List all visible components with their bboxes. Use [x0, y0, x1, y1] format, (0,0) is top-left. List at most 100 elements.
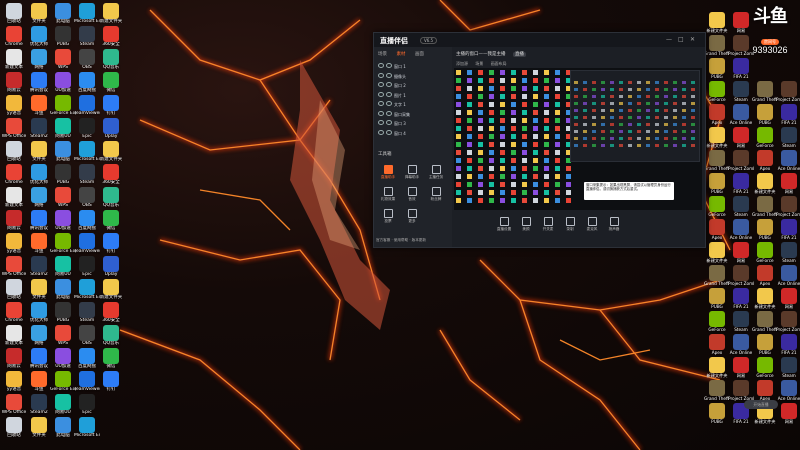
- desktop-icon[interactable]: 优化大师: [26, 302, 52, 323]
- tool-button[interactable]: 粉丝牌: [426, 187, 446, 202]
- desktop-icon[interactable]: GeForce: [752, 242, 778, 263]
- app-footer[interactable]: 官方客服 · 使用帮助 · 版本更新: [376, 238, 426, 243]
- desktop-icon[interactable]: UU加速: [50, 348, 76, 369]
- lock-icon[interactable]: [386, 129, 392, 135]
- desktop-icon[interactable]: 回收站: [1, 279, 27, 300]
- desktop-icon[interactable]: PUBG: [50, 164, 76, 185]
- bottom-toolbar-button[interactable]: 麦克风: [582, 217, 602, 232]
- desktop-icon[interactable]: 网易: [776, 288, 800, 309]
- lock-icon[interactable]: [386, 82, 392, 87]
- desktop-icon[interactable]: Steam: [728, 196, 754, 217]
- desktop-icon[interactable]: 文件夹: [26, 3, 52, 24]
- desktop-icon[interactable]: Uplay: [98, 118, 124, 139]
- desktop-icon[interactable]: Ace Online: [776, 265, 800, 286]
- bottom-toolbar-button[interactable]: 扬声器: [604, 217, 624, 232]
- desktop-icon[interactable]: QQ音乐: [98, 187, 124, 208]
- desktop-icon[interactable]: 腾讯会议: [26, 72, 52, 93]
- maximize-icon[interactable]: □: [678, 36, 684, 43]
- desktop-icon[interactable]: yy语音: [1, 233, 27, 254]
- desktop-icon[interactable]: OBS: [74, 325, 100, 346]
- desktop-icon[interactable]: Apex: [704, 334, 730, 355]
- desktop-icon[interactable]: 钉钉: [98, 95, 124, 116]
- subtab-layout[interactable]: 画面布局: [491, 61, 507, 66]
- desktop-icon[interactable]: Apex: [704, 104, 730, 125]
- desktop-icon[interactable]: TeamViewer: [74, 371, 100, 392]
- desktop-icon[interactable]: 优化大师: [26, 164, 52, 185]
- tab-material[interactable]: 素材: [396, 52, 405, 57]
- desktop-icon[interactable]: 网易UU: [50, 394, 76, 415]
- desktop-icon[interactable]: Apex: [704, 219, 730, 240]
- tool-button[interactable]: 主播任务: [426, 165, 446, 180]
- desktop-icon[interactable]: 新建文本: [1, 325, 27, 346]
- desktop-icon[interactable]: WPS Office: [1, 394, 27, 415]
- desktop-icon[interactable]: QQ音乐: [98, 49, 124, 70]
- desktop-icon[interactable]: 新建文件夹: [98, 279, 124, 300]
- scene-item[interactable]: 窗口采集: [378, 110, 446, 119]
- desktop-icon[interactable]: Ace Online: [728, 104, 754, 125]
- desktop-icon[interactable]: 网络: [26, 187, 52, 208]
- desktop-icon[interactable]: Grand Theft Auto V: [704, 265, 730, 286]
- desktop-icon[interactable]: GeForce: [752, 127, 778, 148]
- desktop-icon[interactable]: PUBG: [704, 58, 730, 79]
- tool-button[interactable]: 直播助手: [378, 165, 398, 180]
- desktop-icon[interactable]: GeForce: [704, 196, 730, 217]
- close-icon[interactable]: ✕: [690, 36, 695, 43]
- desktop-icon[interactable]: 微信: [98, 348, 124, 369]
- desktop-icon[interactable]: GeForce: [704, 311, 730, 332]
- desktop-icon[interactable]: 360安全: [98, 26, 124, 47]
- desktop-icon[interactable]: GeForce Experience: [50, 371, 76, 392]
- desktop-icon[interactable]: TeamViewer: [74, 95, 100, 116]
- streaming-app-window[interactable]: 直播伴侣 V6.5 — □ ✕ 场景 素材 画面 窗口 1 摄像头 窗口 2 图片 1…: [373, 32, 778, 409]
- desktop-icon[interactable]: 此电脑: [50, 3, 76, 24]
- desktop-icon[interactable]: 新建文件夹: [98, 141, 124, 162]
- desktop-icon[interactable]: Grand Theft Auto V: [752, 81, 778, 102]
- desktop-icon[interactable]: OBS: [74, 187, 100, 208]
- desktop-icon[interactable]: Project Zomboid: [728, 150, 754, 171]
- desktop-icon[interactable]: Steam2: [26, 394, 52, 415]
- desktop-icon[interactable]: Grand Theft Auto V: [752, 311, 778, 332]
- desktop-icon[interactable]: Steam: [74, 164, 100, 185]
- desktop-icon[interactable]: Project Zomboid: [776, 196, 800, 217]
- desktop-icon[interactable]: yy语音: [1, 95, 27, 116]
- desktop-icon[interactable]: Microsoft Edge: [74, 141, 100, 162]
- desktop-icon[interactable]: 网易: [728, 127, 754, 148]
- desktop-icon[interactable]: Grand Theft Auto V: [752, 196, 778, 217]
- desktop-icon[interactable]: 网易云: [1, 348, 27, 369]
- desktop-icon[interactable]: Steam: [74, 302, 100, 323]
- desktop-icon[interactable]: WPS: [50, 187, 76, 208]
- desktop-icon[interactable]: PUBG: [50, 302, 76, 323]
- desktop-icon[interactable]: 微信: [98, 72, 124, 93]
- bottom-toolbar-button[interactable]: 直播设置: [494, 217, 514, 232]
- desktop-icon[interactable]: 网易: [728, 242, 754, 263]
- subtab-add-source[interactable]: 添加源: [456, 61, 468, 66]
- desktop-icon[interactable]: 360安全: [98, 302, 124, 323]
- desktop-icon[interactable]: 新建文本: [1, 49, 27, 70]
- scene-item[interactable]: 窗口 2: [378, 82, 446, 90]
- desktop-icon[interactable]: Ace Online: [776, 150, 800, 171]
- desktop-icon[interactable]: PUBG: [50, 26, 76, 47]
- desktop-icon[interactable]: Steam: [74, 26, 100, 47]
- desktop-icon[interactable]: Apex: [752, 380, 778, 401]
- desktop-icon[interactable]: 此电脑: [50, 279, 76, 300]
- desktop-icon[interactable]: 网易: [728, 357, 754, 378]
- bottom-toolbar-button[interactable]: 开关麦: [538, 217, 558, 232]
- desktop-icon[interactable]: WPS Office: [1, 256, 27, 277]
- lock-icon[interactable]: [386, 63, 392, 68]
- desktop-icon[interactable]: Chrome: [1, 302, 27, 323]
- desktop-icon[interactable]: TeamViewer: [74, 233, 100, 254]
- desktop-icon[interactable]: 斗鱼: [26, 371, 52, 392]
- tool-button[interactable]: 投票: [378, 209, 398, 224]
- desktop-icon[interactable]: 文件夹: [26, 141, 52, 162]
- desktop-icon[interactable]: Project Zomboid: [728, 380, 754, 401]
- desktop-icon[interactable]: FIFA 21: [776, 219, 800, 240]
- desktop-icon[interactable]: Grand Theft Auto V: [704, 380, 730, 401]
- start-live-button[interactable]: 开始直播: [744, 400, 778, 409]
- lock-icon[interactable]: [386, 110, 392, 116]
- desktop-icon[interactable]: OBS: [74, 49, 100, 70]
- desktop-icon[interactable]: FIFA 21: [728, 58, 754, 79]
- desktop-icon[interactable]: 新建文件夹: [98, 3, 124, 24]
- lock-icon[interactable]: [386, 72, 392, 78]
- desktop-icon[interactable]: 网易: [776, 403, 800, 424]
- desktop-icon[interactable]: Microsoft Edge: [74, 417, 100, 438]
- desktop-icon[interactable]: QQ音乐: [98, 325, 124, 346]
